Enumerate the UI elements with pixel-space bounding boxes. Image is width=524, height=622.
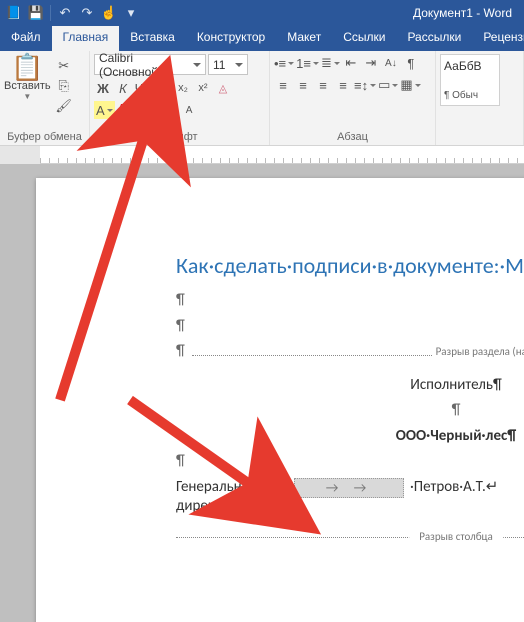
numbering-button[interactable]: 1≡ — [296, 54, 319, 72]
customize-qat-icon[interactable]: ▾ — [121, 3, 141, 23]
borders-button[interactable]: ▦ — [400, 76, 420, 94]
sort-button[interactable]: A↓ — [382, 54, 400, 72]
font-name-combo[interactable]: Calibri (Основной — [94, 54, 206, 75]
tab-home[interactable]: Главная — [52, 26, 120, 51]
pilcrow-icon: ¶ — [176, 452, 185, 470]
superscript-button[interactable]: x² — [194, 79, 212, 97]
multilevel-button[interactable]: ≣ — [321, 54, 340, 72]
tab-mailings[interactable]: Рассылки — [396, 26, 472, 51]
word-app-icon[interactable]: 📘 — [4, 3, 24, 23]
company-line[interactable]: ООО·Черный·лес¶ — [176, 427, 524, 447]
shading-button[interactable]: ▭ — [378, 76, 398, 94]
group-font: Calibri (Основной 11 Ж К Ч abc x₂ x² ◬ A… — [90, 51, 270, 145]
style-normal[interactable]: АаБбВ ¶ Обыч — [440, 54, 500, 106]
column-break-label: Разрыв столбца — [409, 530, 503, 543]
align-right-button[interactable]: ≡ — [314, 76, 332, 94]
decrease-indent-button[interactable]: ⇤ — [342, 54, 360, 72]
document-body[interactable]: Как·сделать·подписи·в·документе:·М ¶ ¶ ¶… — [176, 252, 524, 545]
grow-font-button[interactable]: A — [160, 101, 178, 119]
tab-references[interactable]: Ссылки — [332, 26, 396, 51]
underline-button[interactable]: Ч — [134, 79, 152, 97]
align-left-button[interactable]: ≡ — [274, 76, 292, 94]
quick-access-toolbar: 📘 💾 ↶ ↷ ☝ ▾ — [4, 3, 141, 23]
line-spacing-button[interactable]: ≡↕ — [354, 76, 376, 94]
shrink-font-button[interactable]: A — [180, 101, 198, 119]
window-title: Документ1 - Word — [141, 6, 520, 20]
tab-layout[interactable]: Макет — [276, 26, 332, 51]
signature-row[interactable]: Генеральный· директор¶ → → ·Петров·А.Т.↵ — [176, 478, 524, 517]
bold-button[interactable]: Ж — [94, 79, 112, 97]
format-painter-icon[interactable]: 🖌 — [55, 98, 73, 114]
page[interactable]: Как·сделать·подписи·в·документе:·М ¶ ¶ ¶… — [36, 178, 524, 622]
section-break-label: Разрыв раздела (на т — [436, 345, 524, 358]
signature-role-line2: директор¶ — [176, 497, 245, 515]
group-styles: АаБбВ ¶ Обыч — [436, 51, 524, 145]
justify-button[interactable]: ≡ — [334, 76, 352, 94]
pilcrow-icon: ¶ — [176, 342, 185, 360]
change-case-button[interactable]: Aa — [137, 101, 158, 119]
pilcrow-icon: ¶ — [176, 291, 185, 309]
save-icon[interactable]: 💾 — [26, 3, 46, 23]
tab-review[interactable]: Рецензир — [472, 26, 524, 51]
highlight-color-button[interactable]: A — [94, 101, 115, 119]
signature-name: ·Петров·А.Т.↵ — [404, 478, 498, 498]
copy-icon[interactable]: ⎘ — [55, 78, 73, 94]
qat-separator — [50, 5, 51, 21]
signature-role-line1: Генеральный· — [176, 478, 264, 496]
cut-icon[interactable]: ✂ — [55, 58, 73, 74]
redo-icon[interactable]: ↷ — [77, 3, 97, 23]
tab-file[interactable]: Файл — [0, 26, 52, 51]
font-size-combo[interactable]: 11 — [208, 54, 248, 75]
align-center-button[interactable]: ≡ — [294, 76, 312, 94]
show-marks-button[interactable]: ¶ — [402, 54, 420, 72]
pilcrow-icon: ¶ — [452, 401, 461, 419]
increase-indent-button[interactable]: ⇥ — [362, 54, 380, 72]
bullets-button[interactable]: •≡ — [274, 54, 294, 72]
tab-design[interactable]: Конструктор — [186, 26, 276, 51]
group-clipboard: 📋 Вставить ▼ ✂ ⎘ 🖌 Буфер обмена — [0, 51, 90, 145]
clear-formatting-icon[interactable]: ◬ — [214, 79, 232, 97]
style-name: ¶ Обыч — [444, 90, 496, 101]
subscript-button[interactable]: x₂ — [174, 79, 192, 97]
ribbon-tabs: Файл Главная Вставка Конструктор Макет С… — [0, 26, 524, 51]
paste-label: Вставить — [4, 80, 51, 92]
horizontal-ruler[interactable] — [0, 146, 524, 164]
column-break: Разрыв столбца — [176, 531, 524, 545]
italic-button[interactable]: К — [114, 79, 132, 97]
touch-mode-icon[interactable]: ☝ — [99, 3, 119, 23]
style-sample: АаБбВ — [444, 59, 496, 73]
undo-icon[interactable]: ↶ — [55, 3, 75, 23]
group-label-clipboard: Буфер обмена — [4, 131, 85, 145]
titlebar: 📘 💾 ↶ ↷ ☝ ▾ Документ1 - Word — [0, 0, 524, 26]
tab-insert[interactable]: Вставка — [119, 26, 186, 51]
paste-button[interactable]: 📋 Вставить ▼ — [4, 54, 51, 114]
group-label-paragraph: Абзац — [274, 131, 431, 145]
pilcrow-icon: ¶ — [176, 317, 185, 335]
font-color-button[interactable]: A — [117, 101, 135, 119]
ribbon: 📋 Вставить ▼ ✂ ⎘ 🖌 Буфер обмена Calibri … — [0, 51, 524, 146]
paste-icon: 📋 — [4, 54, 51, 80]
group-label-styles — [440, 143, 519, 145]
document-area: Как·сделать·подписи·в·документе:·М ¶ ¶ ¶… — [0, 164, 524, 622]
strikethrough-button[interactable]: abc — [154, 79, 172, 97]
group-paragraph: •≡ 1≡ ≣ ⇤ ⇥ A↓ ¶ ≡ ≡ ≡ ≡ ≡↕ ▭ ▦ Абзац — [270, 51, 436, 145]
performer-line[interactable]: Исполнитель¶ — [176, 376, 524, 396]
document-heading[interactable]: Как·сделать·подписи·в·документе:·М — [176, 252, 524, 279]
group-label-font: Шрифт — [94, 131, 265, 145]
signature-tab-selection[interactable]: → → — [294, 478, 404, 498]
